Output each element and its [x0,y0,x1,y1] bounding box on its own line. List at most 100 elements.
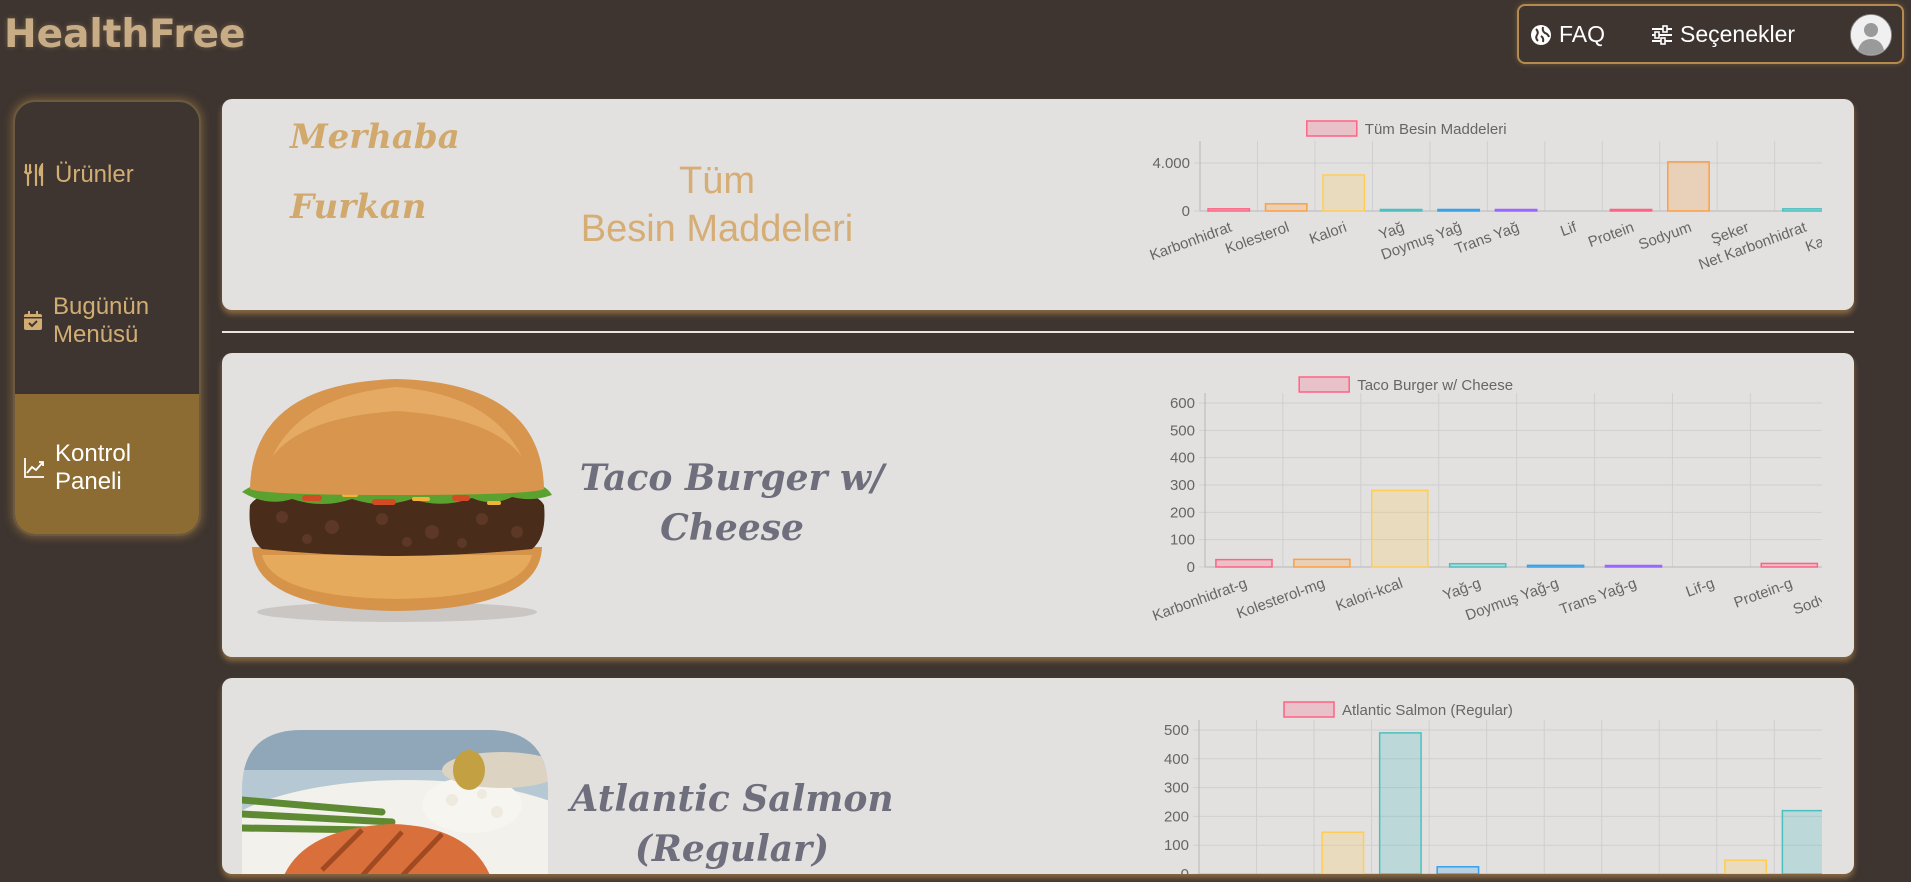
user-icon [1851,15,1891,55]
section-title: Tüm Besin Maddeleri [552,157,882,253]
chart-grid [1194,141,1822,212]
sidebar-item-todays-menu[interactable]: Bugünün Menüsü [15,248,199,394]
food-card: Taco Burger w/ Cheese 0 100 200 300 400 500 60… [222,353,1854,657]
x-tick-label: Kolesterol [1223,219,1291,258]
burger-image [242,379,552,622]
greeting-line1: Merhaba [290,117,460,157]
chart-bar[interactable] [1526,564,1585,568]
chart-grid [1193,720,1822,874]
food-card: Atlantic Salmon (Regular) 0 100 200 300 400 5… [222,678,1854,874]
x-tick-label: Kalori [1307,219,1349,248]
y-tick-label: 0 [1181,866,1189,874]
section-divider [222,331,1854,333]
food-title-line1: Taco Burger w/ [579,457,885,499]
chart-line-icon [24,458,44,478]
calendar-icon [24,311,42,330]
chart-legend[interactable]: Tüm Besin Maddeleri [1306,120,1507,138]
food-title: Taco Burger w/ Cheese [552,453,912,553]
chart-bar[interactable] [1322,174,1366,212]
chart-bar[interactable] [1215,558,1273,568]
food-title: Atlantic Salmon (Regular) [552,774,912,874]
section-title-line2: Besin Maddeleri [580,208,854,250]
summary-card: Merhaba Furkan Tüm Besin Maddeleri 0 4.00… [222,99,1854,310]
x-tick-label: Yağ-g [1441,575,1483,604]
globe-icon [1531,24,1551,45]
chart-bar[interactable] [1378,732,1422,874]
y-tick-label: 100 [1170,532,1195,549]
y-tick-label: 0 [1187,559,1195,576]
chart-legend[interactable]: Taco Burger w/ Cheese [1298,376,1513,394]
chart-bar[interactable] [1604,564,1663,568]
salmon-chart: 0 100 200 300 400 500 Atlantic Salmon (Regular… [1164,701,1822,874]
nutrients-chart: 04.000KarbonhidratKolesterol Kalori YağDoy… [1148,120,1822,274]
chart-bar[interactable] [1781,809,1822,874]
chart-grid [1199,393,1822,568]
y-tick-label: 500 [1170,422,1195,439]
sidebar-item-products[interactable]: Ürünler [15,102,199,248]
sliders-icon [1652,24,1672,45]
chart-bar[interactable] [1781,208,1822,212]
chart-bar[interactable] [1293,558,1351,568]
y-tick-label: 200 [1164,808,1189,825]
chart-bar[interactable] [1321,831,1365,874]
sidebar-item-dashboard[interactable]: Kontrol Paneli [15,394,199,534]
user-avatar[interactable] [1850,14,1892,56]
legend-label: Atlantic Salmon (Regular) [1342,702,1513,719]
x-tick-label: Lif-g [1684,575,1717,601]
y-tick-label: 4.000 [1152,155,1190,172]
chart-bar[interactable] [1494,208,1538,212]
salmon-image [242,730,548,874]
chart-bar[interactable] [1264,203,1308,212]
top-navigation: FAQ Seçenekler [1517,4,1904,64]
food-title-line1: Atlantic Salmon [570,778,894,820]
app-logo: HealthFree [4,12,246,57]
legend-swatch [1283,701,1335,718]
section-title-line1: Tüm [679,160,755,202]
x-tick-label: Kalsiyum [1803,219,1822,256]
chart-bar[interactable] [1667,161,1710,212]
x-tick-label: Trans Yağ [1452,219,1521,258]
chart-bar[interactable] [1207,208,1251,212]
x-tick-label: Protein-g [1732,575,1795,612]
x-tick-label: Kalori-kcal [1334,575,1406,615]
legend-swatch [1298,376,1350,393]
y-tick-label: 400 [1170,450,1195,467]
y-tick-label: 300 [1170,477,1195,494]
food-title-line2: (Regular) [634,828,830,870]
chart-bar[interactable] [1724,859,1768,874]
chart-bar[interactable] [1760,562,1819,568]
chart-bar[interactable] [1437,208,1481,212]
x-tick-label: Karbonhidrat [1148,219,1235,265]
chart-bar[interactable] [1609,208,1653,212]
y-tick-label: 100 [1164,837,1189,854]
x-tick-label: Sodyum [1636,219,1694,254]
y-tick-label: 0 [1182,203,1190,220]
utensils-icon [23,163,44,187]
sidebar: Ürünler Bugünün Menüsü Kontrol Paneli [13,100,201,536]
y-tick-label: 500 [1164,722,1189,739]
y-tick-label: 600 [1170,395,1195,412]
x-tick-label: Trans Yağ-g [1557,575,1639,619]
sidebar-item-label: Ürünler [55,161,134,188]
faq-label: FAQ [1559,21,1606,47]
chart-bar[interactable] [1448,562,1507,568]
legend-label: Taco Burger w/ Cheese [1357,377,1513,394]
x-tick-label: Lif [1558,218,1579,240]
options-label: Seçenekler [1680,21,1796,47]
greeting-line2: Furkan [290,187,427,227]
chart-bar[interactable] [1370,489,1429,568]
x-tick-label: Sodyum-mg [1791,575,1822,619]
y-tick-label: 400 [1164,751,1189,768]
chart-legend[interactable]: Atlantic Salmon (Regular) [1283,701,1513,719]
chart-bar[interactable] [1379,208,1423,212]
chart-bar[interactable] [1436,866,1480,874]
faq-link[interactable]: FAQ [1529,21,1605,48]
x-tick-label: Kolesterol-mg [1234,575,1327,623]
sidebar-item-label: Kontrol Paneli [55,440,132,495]
options-menu[interactable]: Seçenekler [1650,21,1795,48]
x-tick-label: Karbonhidrat-g [1150,575,1249,625]
food-title-line2: Cheese [660,507,804,549]
legend-label: Tüm Besin Maddeleri [1365,121,1507,138]
x-tick-label: Protein [1586,219,1636,251]
y-tick-label: 200 [1170,504,1195,521]
